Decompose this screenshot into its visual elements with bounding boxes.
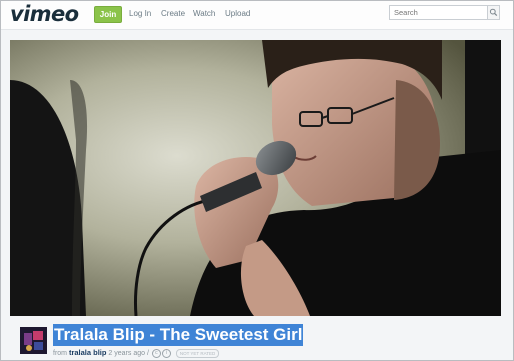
nav-upload-link[interactable]: Upload bbox=[225, 8, 250, 19]
upload-age: 2 years ago bbox=[108, 350, 146, 357]
nav-create-link[interactable]: Create bbox=[161, 8, 185, 19]
join-button[interactable]: Join bbox=[94, 6, 122, 23]
byline-separator: / bbox=[146, 350, 149, 357]
author-link[interactable]: tralala blip bbox=[69, 348, 107, 357]
browser-viewport: vimeo Join Log In Create Watch Upload Se… bbox=[0, 0, 514, 361]
video-player[interactable] bbox=[10, 40, 501, 316]
attribution-icon[interactable]: i bbox=[161, 348, 171, 358]
video-byline: from tralala blip 2 years ago / ci NOT Y… bbox=[53, 348, 220, 359]
channel-avatar[interactable] bbox=[20, 327, 47, 354]
rating-badge[interactable]: NOT YET RATED bbox=[175, 348, 220, 358]
search-input[interactable] bbox=[389, 5, 487, 20]
video-title: Tralala Blip - The Sweetest Girl bbox=[53, 324, 304, 346]
search-icon bbox=[489, 8, 498, 17]
avatar-image bbox=[20, 327, 47, 354]
nav-watch-link[interactable]: Watch bbox=[193, 8, 215, 19]
nav-login-link[interactable]: Log In bbox=[129, 8, 151, 19]
search-button[interactable] bbox=[487, 5, 500, 20]
video-frame-image bbox=[10, 40, 501, 316]
creative-commons-icon[interactable]: c bbox=[151, 348, 161, 358]
vimeo-logo[interactable]: vimeo bbox=[10, 2, 79, 26]
byline-prefix: from bbox=[53, 350, 67, 357]
site-header: vimeo Join Log In Create Watch Upload bbox=[1, 1, 513, 30]
video-info-bar: Tralala Blip - The Sweetest Girl from tr… bbox=[1, 317, 513, 360]
